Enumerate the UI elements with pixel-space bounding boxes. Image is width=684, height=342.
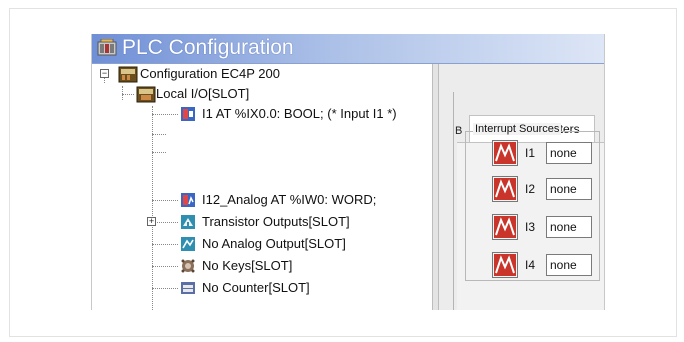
- interrupt-i1-field[interactable]: none: [546, 142, 592, 164]
- interrupt-i4-field[interactable]: none: [546, 254, 592, 276]
- tab-strip-edge: [453, 92, 454, 310]
- title-bar[interactable]: PLC Configuration: [92, 34, 604, 64]
- counter-icon: [181, 282, 195, 294]
- collapse-icon[interactable]: −: [100, 69, 109, 78]
- tree-node-counter[interactable]: No Counter[SLOT]: [92, 278, 432, 298]
- tree-node-local-io[interactable]: Local I/O[SLOT]: [92, 84, 432, 104]
- interrupt-signal-icon: [494, 178, 516, 200]
- tree-connector-row: [92, 144, 432, 164]
- tree-node-configuration[interactable]: − Configuration EC4P 200: [92, 64, 432, 84]
- pane-splitter[interactable]: [432, 64, 439, 310]
- interrupt-i2-field[interactable]: none: [546, 178, 592, 200]
- interrupt-i2-button[interactable]: [492, 176, 518, 202]
- interrupt-label: I4: [525, 258, 536, 272]
- tree-line: [152, 200, 178, 201]
- tree-node-analog-input[interactable]: I12_Analog AT %IW0: WORD;: [92, 190, 432, 210]
- tree-node-label: I1 AT %IX0.0: BOOL; (* Input I1 *): [202, 106, 397, 121]
- tree-connector-row: [92, 124, 432, 144]
- tree-line: [152, 134, 166, 135]
- tab-b[interactable]: B: [455, 125, 462, 137]
- tree-node-label: No Analog Output[SLOT]: [202, 236, 346, 251]
- expand-icon[interactable]: +: [147, 217, 156, 226]
- interrupt-signal-icon: [494, 254, 516, 276]
- interrupt-i4-button[interactable]: [492, 252, 518, 278]
- tree-line: [152, 244, 178, 245]
- tree-line: [152, 114, 178, 115]
- tree-node-label: Configuration EC4P 200: [140, 66, 280, 81]
- window-title: PLC Configuration: [122, 36, 294, 59]
- tree-line: [152, 288, 178, 289]
- configuration-tree[interactable]: − Configuration EC4P 200 Local I/O[SLOT]: [92, 64, 432, 310]
- tree-node-input-i1[interactable]: I1 AT %IX0.0: BOOL; (* Input I1 *): [92, 104, 432, 124]
- interrupt-i1-button[interactable]: [492, 140, 518, 166]
- plc-device-icon: [118, 66, 138, 83]
- interrupt-i3-button[interactable]: [492, 214, 518, 240]
- interrupt-label: I1: [525, 146, 536, 160]
- interrupt-signal-icon: [494, 216, 516, 238]
- interrupt-signal-icon: [494, 142, 516, 164]
- tree-line: [122, 94, 134, 95]
- tree-node-analog-output[interactable]: No Analog Output[SLOT]: [92, 234, 432, 254]
- tree-node-transistor-outputs[interactable]: + Transistor Outputs[SLOT]: [92, 212, 432, 232]
- slot-icon: [136, 86, 156, 103]
- tree-line: [152, 152, 166, 153]
- interrupt-i3-field[interactable]: none: [546, 216, 592, 238]
- tree-node-label: I12_Analog AT %IW0: WORD;: [202, 192, 377, 207]
- tree-node-label: Transistor Outputs[SLOT]: [202, 214, 350, 229]
- tree-node-label: No Keys[SLOT]: [202, 258, 293, 273]
- analog-output-icon: [181, 237, 195, 251]
- interrupt-label: I2: [525, 182, 536, 196]
- analog-input-icon: [181, 193, 195, 207]
- tree-node-label: Local I/O[SLOT]: [156, 86, 250, 101]
- digital-input-icon: [181, 107, 195, 121]
- tree-line: [157, 222, 178, 223]
- keys-icon: [181, 259, 195, 273]
- transistor-output-icon: [181, 215, 195, 229]
- tree-line: [152, 266, 178, 267]
- tree-node-keys[interactable]: No Keys[SLOT]: [92, 256, 432, 276]
- interrupt-sources-title: Interrupt Sources: [473, 123, 562, 135]
- interrupt-label: I3: [525, 220, 536, 234]
- plc-config-icon: [97, 39, 117, 56]
- tree-node-label: No Counter[SLOT]: [202, 280, 310, 295]
